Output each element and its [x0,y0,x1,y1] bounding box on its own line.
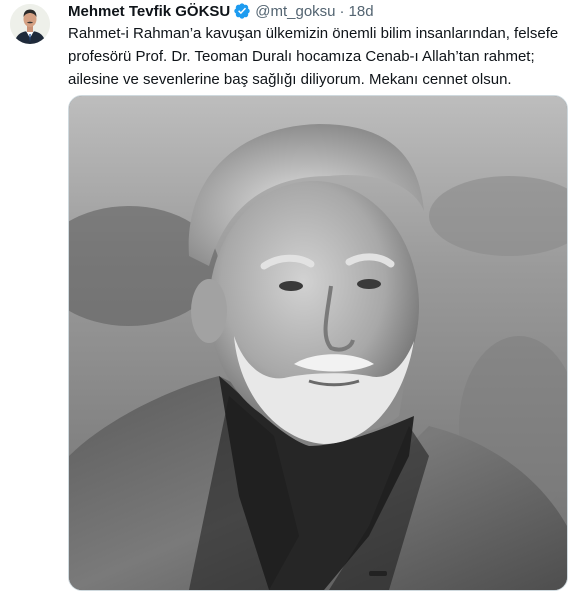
author-handle[interactable]: @mt_goksu [255,3,335,20]
tweet[interactable]: Mehmet Tevfik GÖKSU @mt_goksu · 18d Rahm… [0,0,574,597]
tweet-timestamp[interactable]: 18d [349,3,374,20]
tweet-text-line: profesörü Prof. Dr. Teoman Duralı hocamı… [68,48,535,65]
author-name[interactable]: Mehmet Tevfik GÖKSU [68,3,230,20]
separator-dot: · [339,2,345,20]
author-avatar[interactable] [10,4,50,44]
tweet-photo[interactable] [68,95,568,591]
tweet-text: Rahmet-i Rahman’a kavuşan ülkemizin önem… [68,22,568,91]
tweet-header: Mehmet Tevfik GÖKSU @mt_goksu · 18d [68,1,374,21]
tweet-text-line: Rahmet-i Rahman’a kavuşan ülkemizin önem… [68,25,559,42]
verified-badge-icon [233,2,251,20]
tweet-text-line: ailesine ve sevenlerine baş sağlığı dili… [68,71,512,88]
